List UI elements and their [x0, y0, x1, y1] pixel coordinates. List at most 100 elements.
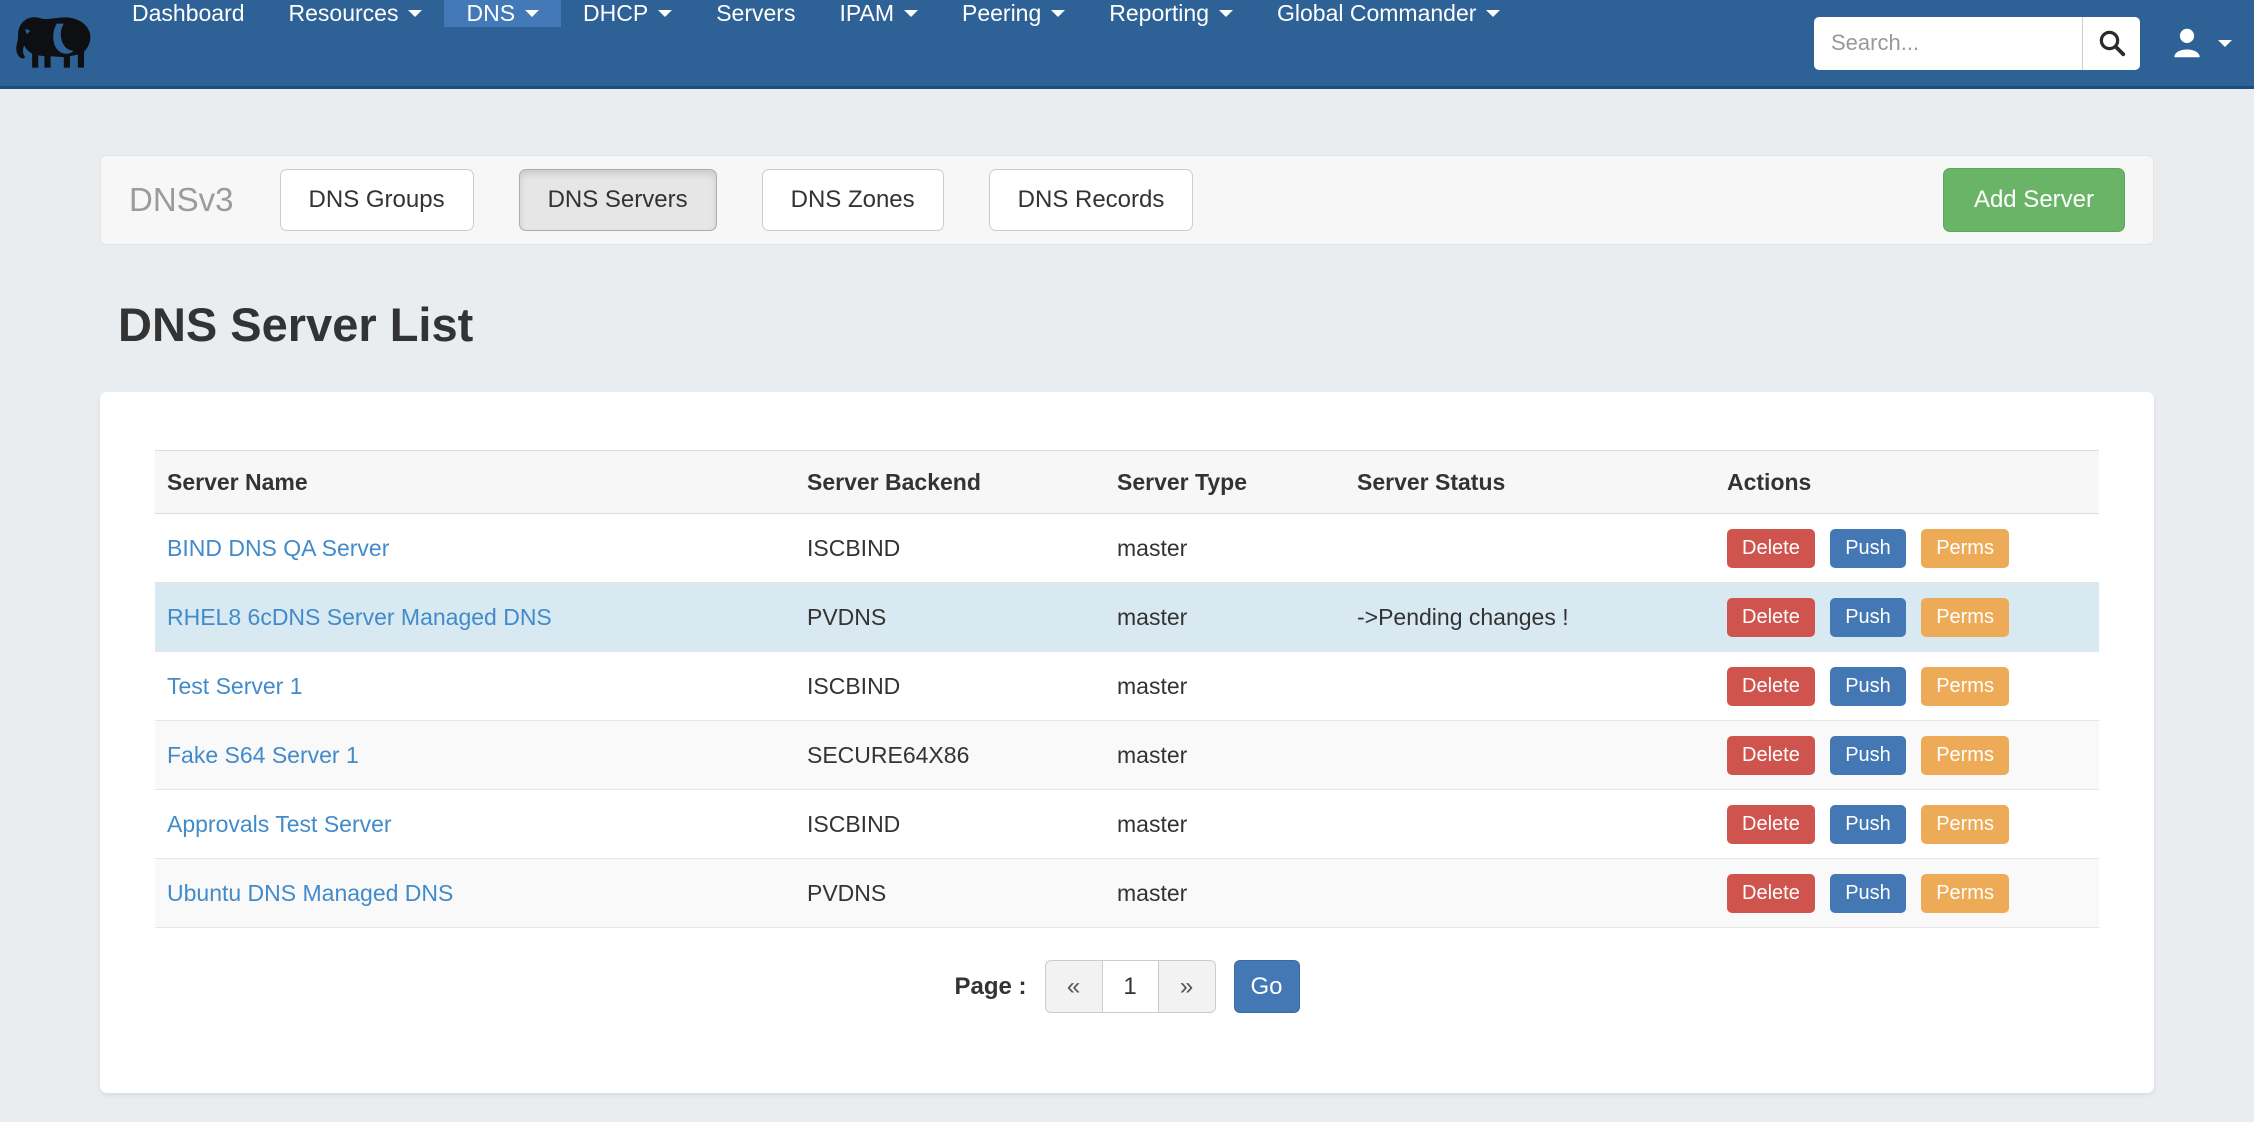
push-button[interactable]: Push [1830, 667, 1906, 706]
col-header-server-status: Server Status [1345, 451, 1715, 514]
server-backend-cell: PVDNS [795, 583, 1105, 652]
col-header-server-type: Server Type [1105, 451, 1345, 514]
push-button[interactable]: Push [1830, 529, 1906, 568]
server-name-link[interactable]: BIND DNS QA Server [167, 535, 389, 561]
delete-button[interactable]: Delete [1727, 805, 1815, 844]
dns-server-table: Server Name Server Backend Server Type S… [155, 450, 2099, 928]
delete-button[interactable]: Delete [1727, 598, 1815, 637]
nav-resources[interactable]: Resources [267, 0, 445, 27]
nav-global-commander[interactable]: Global Commander [1255, 0, 1522, 27]
pager-group: « » [1045, 960, 1216, 1013]
dnsv3-label: DNSv3 [129, 181, 234, 219]
server-status-cell [1345, 514, 1715, 583]
caret-down-icon [658, 10, 672, 17]
nav-label: DHCP [583, 0, 648, 27]
server-type-cell: master [1105, 583, 1345, 652]
delete-button[interactable]: Delete [1727, 874, 1815, 913]
table-row: Ubuntu DNS Managed DNS PVDNS master Dele… [155, 859, 2099, 928]
tab-dns-servers[interactable]: DNS Servers [519, 169, 717, 231]
server-status-cell [1345, 859, 1715, 928]
page-label: Page : [954, 973, 1026, 1001]
nav-peering[interactable]: Peering [940, 0, 1087, 27]
server-name-link[interactable]: Ubuntu DNS Managed DNS [167, 880, 453, 906]
caret-down-icon [408, 10, 422, 17]
perms-button[interactable]: Perms [1921, 736, 2009, 775]
nav-reporting[interactable]: Reporting [1087, 0, 1255, 27]
col-header-server-name: Server Name [155, 451, 795, 514]
nav-servers[interactable]: Servers [694, 0, 817, 27]
table-header-row: Server Name Server Backend Server Type S… [155, 451, 2099, 514]
page-title: DNS Server List [118, 297, 2154, 352]
caret-down-icon [2218, 40, 2232, 47]
nav-label: Peering [962, 0, 1041, 27]
search-button[interactable] [2082, 17, 2140, 70]
perms-button[interactable]: Perms [1921, 667, 2009, 706]
delete-button[interactable]: Delete [1727, 667, 1815, 706]
nav-dhcp[interactable]: DHCP [561, 0, 694, 27]
user-menu[interactable] [2168, 24, 2232, 62]
server-backend-cell: ISCBIND [795, 790, 1105, 859]
server-type-cell: master [1105, 514, 1345, 583]
table-row: Test Server 1 ISCBIND master Delete Push… [155, 652, 2099, 721]
server-name-link[interactable]: RHEL8 6cDNS Server Managed DNS [167, 604, 552, 630]
server-name-link[interactable]: Test Server 1 [167, 673, 303, 699]
dns-toolbar: DNSv3 DNS Groups DNS Servers DNS Zones D… [100, 155, 2154, 245]
table-row: RHEL8 6cDNS Server Managed DNS PVDNS mas… [155, 583, 2099, 652]
server-list-panel: Server Name Server Backend Server Type S… [100, 392, 2154, 1093]
prev-page-button[interactable]: « [1045, 960, 1102, 1013]
add-server-button[interactable]: Add Server [1943, 168, 2125, 232]
mammoth-icon [11, 6, 99, 80]
search-icon [2097, 28, 2127, 58]
perms-button[interactable]: Perms [1921, 598, 2009, 637]
server-name-link[interactable]: Fake S64 Server 1 [167, 742, 359, 768]
col-header-server-backend: Server Backend [795, 451, 1105, 514]
table-row: BIND DNS QA Server ISCBIND master Delete… [155, 514, 2099, 583]
server-backend-cell: ISCBIND [795, 514, 1105, 583]
push-button[interactable]: Push [1830, 736, 1906, 775]
perms-button[interactable]: Perms [1921, 805, 2009, 844]
server-status-cell [1345, 652, 1715, 721]
nav-label: Reporting [1109, 0, 1209, 27]
nav-label: DNS [466, 0, 515, 27]
go-button[interactable]: Go [1234, 960, 1300, 1013]
caret-down-icon [525, 10, 539, 17]
server-type-cell: master [1105, 859, 1345, 928]
search-input[interactable] [1814, 17, 2082, 70]
push-button[interactable]: Push [1830, 805, 1906, 844]
server-type-cell: master [1105, 790, 1345, 859]
col-header-actions: Actions [1715, 451, 2099, 514]
mammoth-logo[interactable] [0, 0, 110, 86]
nav-label: Dashboard [132, 0, 245, 27]
navbar-right [1814, 0, 2254, 86]
server-name-link[interactable]: Approvals Test Server [167, 811, 392, 837]
tab-dns-zones[interactable]: DNS Zones [762, 169, 944, 231]
tab-dns-records[interactable]: DNS Records [989, 169, 1194, 231]
nav-label: IPAM [839, 0, 894, 27]
nav-dns[interactable]: DNS [444, 0, 561, 27]
nav-label: Servers [716, 0, 795, 27]
delete-button[interactable]: Delete [1727, 529, 1815, 568]
nav-label: Resources [289, 0, 399, 27]
server-backend-cell: SECURE64X86 [795, 721, 1105, 790]
table-row: Fake S64 Server 1 SECURE64X86 master Del… [155, 721, 2099, 790]
server-type-cell: master [1105, 721, 1345, 790]
nav-ipam[interactable]: IPAM [817, 0, 940, 27]
delete-button[interactable]: Delete [1727, 736, 1815, 775]
push-button[interactable]: Push [1830, 598, 1906, 637]
next-page-button[interactable]: » [1159, 960, 1216, 1013]
caret-down-icon [1486, 10, 1500, 17]
nav-dashboard[interactable]: Dashboard [110, 0, 267, 27]
perms-button[interactable]: Perms [1921, 874, 2009, 913]
main-container: DNSv3 DNS Groups DNS Servers DNS Zones D… [100, 155, 2154, 1093]
tab-dns-groups[interactable]: DNS Groups [280, 169, 474, 231]
user-icon [2168, 24, 2206, 62]
page-number-input[interactable] [1102, 960, 1159, 1013]
server-status-cell: ->Pending changes ! [1345, 583, 1715, 652]
caret-down-icon [904, 10, 918, 17]
perms-button[interactable]: Perms [1921, 529, 2009, 568]
server-backend-cell: ISCBIND [795, 652, 1105, 721]
push-button[interactable]: Push [1830, 874, 1906, 913]
top-navbar: Dashboard Resources DNS DHCP Servers IPA… [0, 0, 2254, 89]
server-status-cell [1345, 721, 1715, 790]
table-row: Approvals Test Server ISCBIND master Del… [155, 790, 2099, 859]
